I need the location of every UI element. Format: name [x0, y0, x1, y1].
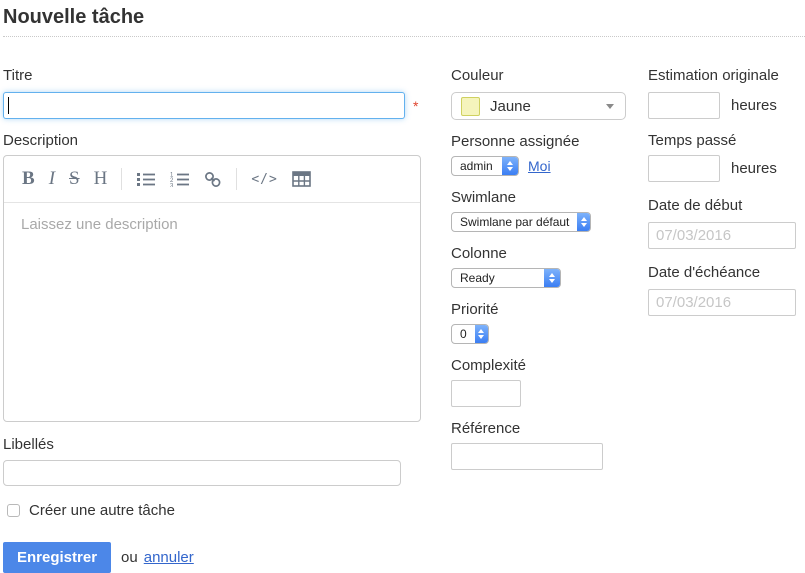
column-select[interactable]: Ready	[451, 268, 561, 288]
task-form: Titre * Description B I S H	[3, 37, 805, 573]
color-selected-value: Jaune	[490, 98, 606, 115]
create-another-label: Créer une autre tâche	[29, 502, 175, 519]
reference-label: Référence	[451, 420, 633, 437]
form-column-middle: Couleur Jaune Personne assignée admin Mo…	[451, 37, 633, 470]
assignee-label: Personne assignée	[451, 133, 633, 150]
complexity-input[interactable]	[451, 380, 521, 407]
create-another-row: Créer une autre tâche	[3, 502, 423, 519]
unordered-list-button[interactable]	[136, 171, 156, 187]
labels-input[interactable]	[3, 460, 401, 486]
form-actions: Enregistrer ou annuler	[3, 542, 423, 573]
heading-icon: H	[94, 168, 108, 190]
heading-button[interactable]: H	[94, 168, 108, 190]
priority-select[interactable]: 0	[451, 324, 489, 344]
select-stepper-icon	[475, 325, 488, 343]
complexity-label: Complexité	[451, 357, 633, 374]
title-label: Titre	[3, 67, 423, 84]
or-text: ou	[121, 549, 138, 566]
column-label: Colonne	[451, 245, 633, 262]
due-date-input[interactable]	[648, 289, 796, 316]
start-date-input[interactable]	[648, 222, 796, 249]
italic-icon: I	[49, 168, 55, 190]
link-icon	[204, 171, 222, 188]
description-textarea[interactable]	[4, 203, 420, 421]
cancel-link[interactable]: annuler	[144, 549, 194, 566]
bold-icon: B	[22, 168, 35, 190]
toolbar-separator	[236, 168, 237, 190]
hours-unit: heures	[731, 160, 777, 177]
save-button[interactable]: Enregistrer	[3, 542, 111, 573]
color-label: Couleur	[451, 67, 633, 84]
strikethrough-icon: S	[69, 168, 80, 190]
table-button[interactable]	[292, 171, 311, 187]
due-date-label: Date d'échéance	[648, 264, 805, 281]
bold-button[interactable]: B	[22, 168, 35, 190]
original-estimate-input[interactable]	[648, 92, 720, 119]
time-spent-row: heures	[648, 155, 805, 182]
assignee-selected-value: admin	[452, 157, 502, 175]
swimlane-selected-value: Swimlane par défaut	[452, 213, 577, 231]
reference-input[interactable]	[451, 443, 603, 470]
color-select[interactable]: Jaune	[451, 92, 626, 120]
title-input[interactable]	[3, 92, 405, 119]
color-swatch-yellow	[461, 97, 480, 116]
ordered-list-button[interactable]: 1 2 3	[170, 171, 190, 187]
form-column-right: Estimation originale heures Temps passé …	[648, 37, 805, 316]
hours-unit: heures	[731, 97, 777, 114]
svg-text:3: 3	[170, 184, 174, 188]
page-title: Nouvelle tâche	[3, 4, 805, 37]
create-another-checkbox[interactable]	[7, 504, 20, 517]
description-editor: B I S H	[3, 155, 421, 422]
unordered-list-icon	[136, 171, 156, 187]
swimlane-select[interactable]: Swimlane par défaut	[451, 212, 591, 232]
priority-selected-value: 0	[452, 325, 475, 343]
chevron-down-icon	[606, 104, 614, 109]
assign-me-link[interactable]: Moi	[528, 158, 551, 174]
original-estimate-row: heures	[648, 92, 805, 119]
editor-toolbar: B I S H	[4, 156, 420, 203]
text-cursor-caret	[8, 97, 9, 114]
priority-label: Priorité	[451, 301, 633, 318]
select-stepper-icon	[502, 157, 518, 175]
original-estimate-label: Estimation originale	[648, 67, 805, 84]
table-icon	[292, 171, 311, 187]
labels-label: Libellés	[3, 436, 423, 453]
code-button[interactable]: </>	[251, 172, 277, 187]
select-stepper-icon	[544, 269, 560, 287]
assignee-row: admin Moi	[451, 156, 633, 176]
link-button[interactable]	[204, 171, 222, 188]
column-selected-value: Ready	[452, 269, 544, 287]
assignee-select[interactable]: admin	[451, 156, 519, 176]
swimlane-label: Swimlane	[451, 189, 633, 206]
select-stepper-icon	[577, 213, 590, 231]
time-spent-label: Temps passé	[648, 132, 805, 149]
start-date-label: Date de début	[648, 197, 805, 214]
toolbar-separator	[121, 168, 122, 190]
code-icon: </>	[251, 172, 277, 187]
time-spent-input[interactable]	[648, 155, 720, 182]
description-label: Description	[3, 132, 423, 149]
ordered-list-icon: 1 2 3	[170, 171, 190, 187]
required-asterisk: *	[413, 98, 418, 114]
form-column-left: Titre * Description B I S H	[3, 37, 423, 573]
italic-button[interactable]: I	[49, 168, 55, 190]
title-row: *	[3, 92, 423, 119]
strikethrough-button[interactable]: S	[69, 168, 80, 190]
